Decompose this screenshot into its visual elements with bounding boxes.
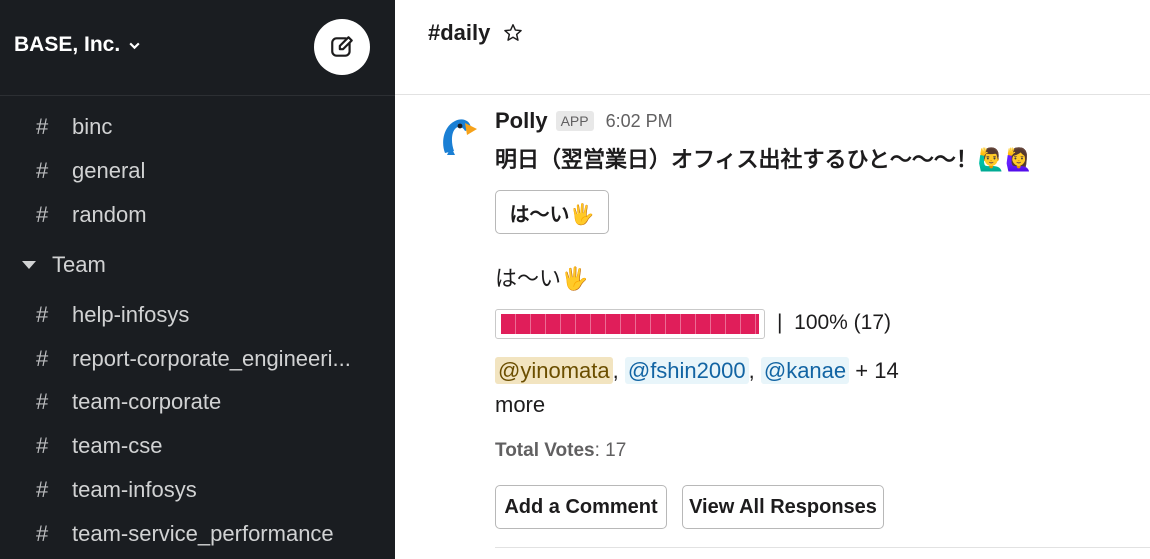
hash-icon: # (36, 389, 49, 414)
workspace-name: BASE, Inc. (14, 33, 121, 56)
compose-button[interactable] (314, 19, 370, 75)
channel-name: #daily (428, 20, 491, 45)
sidebar-item-team-service-performance[interactable]: # team-service_performance (0, 514, 395, 554)
user-mention[interactable]: @yinomata (495, 357, 613, 384)
vote-button[interactable]: は〜い🖐 (495, 190, 609, 234)
add-comment-button[interactable]: Add a Comment (495, 485, 667, 529)
sidebar-item-label: binc (72, 114, 113, 139)
total-votes-label: Total Votes (495, 440, 595, 461)
hash-icon: # (36, 346, 49, 371)
sidebar-item-team-infosys[interactable]: # team-infosys (0, 470, 395, 510)
caret-down-icon (22, 261, 36, 269)
hash-icon: # (36, 477, 49, 502)
main-pane: #daily Polly APP 6:02 PM 明日（翌営業日）オフィス出社す… (395, 0, 1150, 559)
voter-separator: , (612, 358, 619, 383)
compose-icon (331, 36, 353, 57)
sidebar-item-binc[interactable]: # binc (0, 107, 395, 147)
hash-icon: # (36, 302, 49, 327)
sidebar-item-random[interactable]: # random (0, 195, 395, 235)
poll-stats-value: 100% (17) (794, 311, 892, 334)
user-mention[interactable]: @fshin2000 (624, 357, 749, 384)
sender-name[interactable]: Polly (495, 108, 548, 134)
hash-icon: # (36, 202, 49, 227)
section-label: Team (52, 252, 106, 277)
sidebar-item-label: team-infosys (72, 477, 197, 502)
hash-icon: # (36, 158, 49, 183)
channel-title[interactable]: #daily (428, 20, 524, 46)
message-text: 明日（翌営業日）オフィス出社するひと〜〜〜！🙋‍♂️🙋‍♀️ (495, 147, 1033, 172)
poll-progress-fill (501, 314, 759, 334)
total-votes-value: 17 (605, 440, 627, 461)
app-badge: APP (555, 111, 594, 131)
sidebar-item-label: general (72, 158, 146, 183)
sidebar-item-label: team-service_performance (72, 521, 334, 546)
sidebar-item-label: random (72, 202, 147, 227)
sidebar: BASE, Inc. # binc # general # random Tea… (0, 0, 395, 559)
parrot-logo-icon (427, 109, 483, 165)
channel-header: #daily (395, 0, 1150, 95)
section-toggle-team[interactable]: Team (0, 245, 395, 285)
sidebar-item-label: help-infosys (72, 302, 190, 327)
total-votes: Total Votes: 17 (495, 440, 626, 462)
sidebar-item-general[interactable]: # general (0, 151, 395, 191)
view-all-responses-button[interactable]: View All Responses (682, 485, 884, 529)
sidebar-item-team-corporate[interactable]: # team-corporate (0, 382, 395, 422)
avatar[interactable] (427, 109, 483, 165)
sidebar-item-help-infosys[interactable]: # help-infosys (0, 295, 395, 335)
voter-list: @yinomata, @fshin2000, @kanae + 14 more (495, 354, 915, 422)
workspace-header: BASE, Inc. (0, 0, 395, 96)
workspace-switcher[interactable]: BASE, Inc. (14, 33, 141, 57)
sidebar-item-report-corporate-engineering[interactable]: # report-corporate_engineeri... (0, 339, 395, 379)
chevron-down-icon (129, 42, 140, 49)
sidebar-item-label: team-corporate (72, 389, 222, 414)
message-divider (495, 547, 1150, 548)
voter-separator: , (748, 358, 755, 383)
poll-progress-bar (495, 309, 765, 339)
user-mention[interactable]: @kanae (760, 357, 850, 384)
poll-option-label: は〜い🖐 (495, 266, 589, 291)
hash-icon: # (36, 521, 49, 546)
timestamp[interactable]: 6:02 PM (606, 111, 673, 132)
total-votes-separator: : (594, 440, 600, 461)
star-icon[interactable] (502, 22, 524, 44)
sidebar-item-team-cse[interactable]: # team-cse (0, 426, 395, 466)
sidebar-item-label: report-corporate_engineeri... (72, 346, 351, 371)
sidebar-item-label: team-cse (72, 433, 163, 458)
hash-icon: # (36, 433, 49, 458)
message-meta: Polly APP 6:02 PM (495, 108, 673, 134)
hash-icon: # (36, 114, 49, 139)
poll-stats-separator: | (777, 311, 783, 334)
message: Polly APP 6:02 PM 明日（翌営業日）オフィス出社するひと〜〜〜！… (395, 96, 1150, 559)
poll-stats: | 100% (17) (777, 311, 891, 335)
